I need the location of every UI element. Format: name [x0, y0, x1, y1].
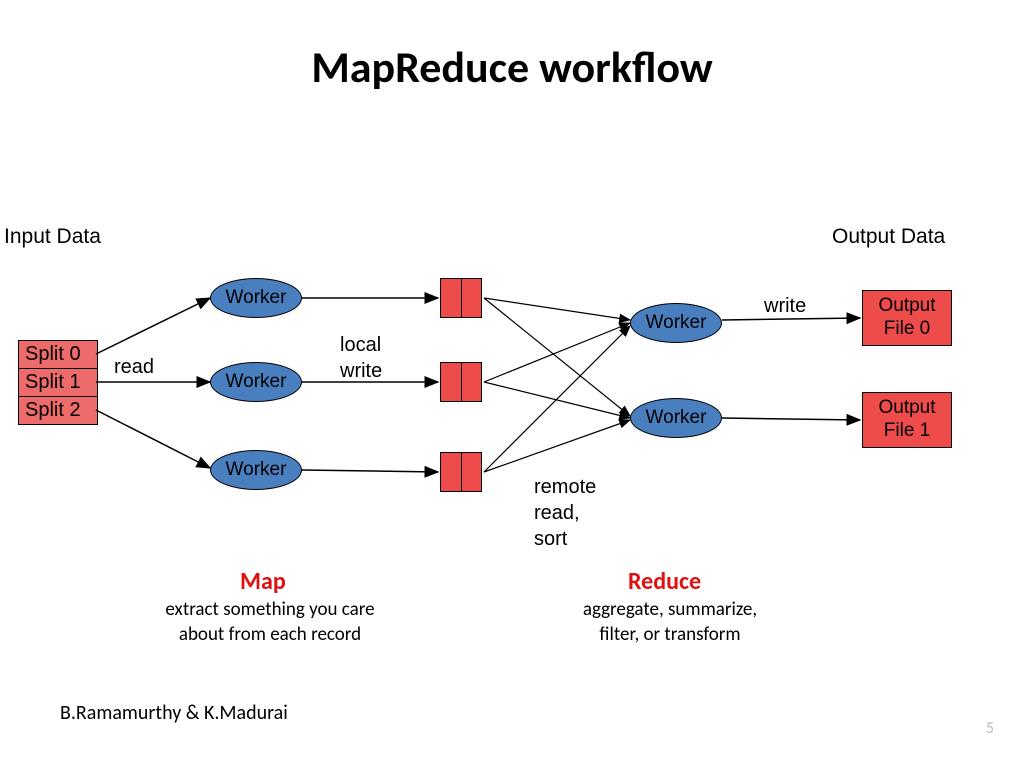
map-worker-0: Worker — [210, 278, 302, 318]
map-worker-2: Worker — [210, 450, 302, 490]
split-1: Split 1 — [19, 369, 97, 397]
intermediate-file-0 — [440, 278, 482, 318]
map-phase-desc: extract something you care about from ea… — [165, 598, 375, 647]
write-label: write — [764, 295, 806, 318]
reduce-worker-0: Worker — [630, 303, 722, 343]
reduce-worker-1: Worker — [630, 398, 722, 438]
output-data-label: Output Data — [832, 225, 945, 249]
output-file-0: Output File 0 — [862, 290, 952, 346]
split-0: Split 0 — [19, 341, 97, 369]
input-splits: Split 0 Split 1 Split 2 — [18, 340, 98, 425]
intermediate-file-1 — [440, 362, 482, 402]
map-worker-1: Worker — [210, 362, 302, 402]
page-number: 5 — [986, 719, 994, 738]
local-write-label: localwrite — [340, 332, 382, 384]
authors-credit: B.Ramamurthy & K.Madurai — [60, 700, 288, 726]
remote-read-label: remoteread,sort — [534, 474, 596, 552]
map-phase-title: Map — [240, 567, 286, 596]
intermediate-file-2 — [440, 452, 482, 492]
split-2: Split 2 — [19, 397, 97, 424]
slide-title: MapReduce workflow — [0, 40, 1024, 94]
reduce-phase-title: Reduce — [628, 567, 701, 596]
output-file-1: Output File 1 — [862, 392, 952, 448]
diagram-arrows — [0, 0, 1024, 768]
read-label: read — [114, 356, 154, 379]
reduce-phase-desc: aggregate, summarize, filter, or transfo… — [570, 598, 770, 647]
input-data-label: Input Data — [4, 225, 101, 249]
